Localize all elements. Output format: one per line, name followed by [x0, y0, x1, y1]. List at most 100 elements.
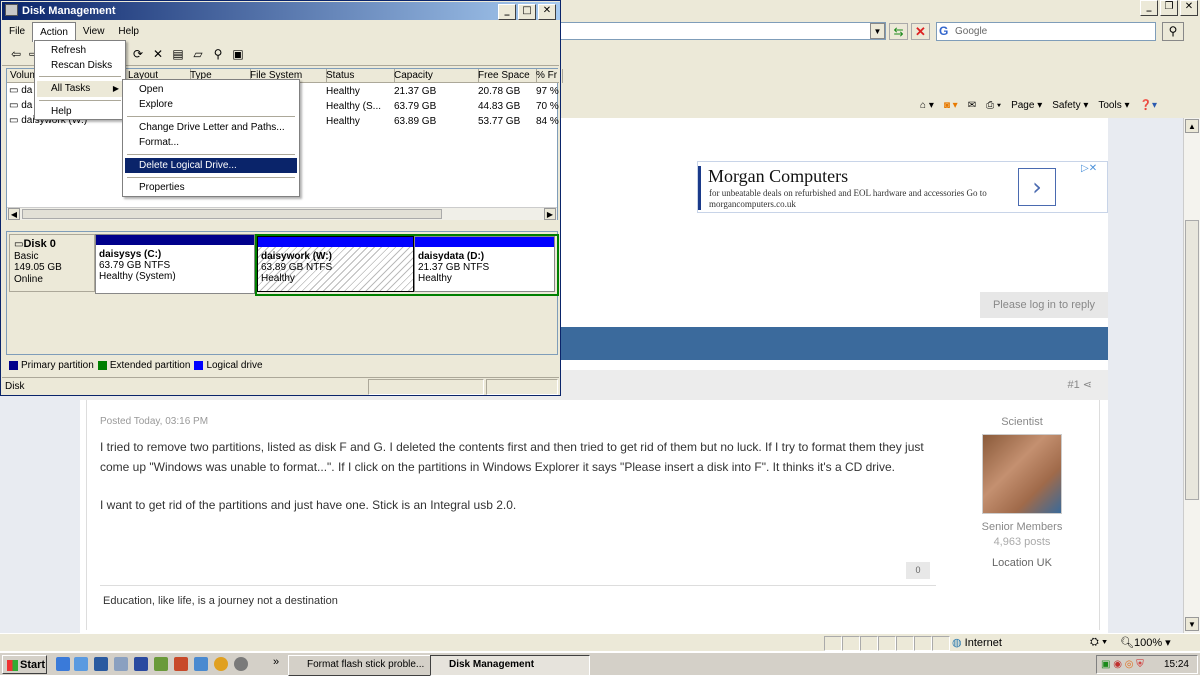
- ad-title[interactable]: Morgan Computers: [708, 166, 848, 187]
- clock-app-icon[interactable]: [214, 657, 228, 671]
- scroll-right-icon[interactable]: ▶: [544, 208, 556, 220]
- security-zone[interactable]: ◍ Internet: [952, 636, 1002, 649]
- menu-help[interactable]: Help: [111, 22, 146, 42]
- outlook-icon[interactable]: [74, 657, 88, 671]
- sigma-icon[interactable]: [94, 657, 108, 671]
- column-capacity[interactable]: Capacity: [391, 69, 479, 83]
- help-icon[interactable]: ❓▾: [1140, 100, 1157, 111]
- taskbar-window-disk-management[interactable]: Disk Management: [430, 655, 590, 676]
- page-menu[interactable]: Page ▾: [1011, 100, 1042, 111]
- media-icon[interactable]: [194, 657, 208, 671]
- start-button[interactable]: Start: [2, 655, 47, 674]
- chevron-right-icon[interactable]: ›: [1018, 168, 1056, 206]
- avatar[interactable]: [982, 434, 1062, 514]
- address-bar[interactable]: [560, 22, 886, 40]
- logical-drive-bar: [415, 237, 554, 247]
- menu-separator: [39, 76, 121, 77]
- scroll-left-icon[interactable]: ◀: [8, 208, 20, 220]
- refresh-icon[interactable]: ⟳: [130, 46, 146, 62]
- menu-item-properties[interactable]: Properties: [125, 180, 297, 195]
- search-input[interactable]: Google: [936, 22, 1156, 41]
- word-icon[interactable]: [134, 657, 148, 671]
- open-folder-icon[interactable]: ▱: [190, 46, 206, 62]
- menu-item-all-tasks[interactable]: All Tasks ▶: [37, 81, 123, 97]
- ad-banner[interactable]: Morgan Computers for unbeatable deals on…: [697, 161, 1108, 213]
- column-status[interactable]: Status: [323, 69, 395, 83]
- table-row[interactable]: ▭ da: [9, 100, 32, 111]
- windows-logo-icon: [7, 660, 18, 671]
- delete-icon[interactable]: ✕: [150, 46, 166, 62]
- menu-item-delete-logical-drive[interactable]: Delete Logical Drive...: [125, 158, 297, 173]
- post-number[interactable]: #1 ⋖: [1067, 378, 1092, 391]
- explore-icon[interactable]: ⚲: [210, 46, 226, 62]
- shield-icon[interactable]: ⛨: [1136, 659, 1144, 670]
- menu-item-refresh[interactable]: Refresh: [37, 43, 123, 59]
- menu-item-format[interactable]: Format...: [125, 135, 297, 150]
- security-icon[interactable]: ◎: [1125, 659, 1134, 670]
- table-row[interactable]: ▭ da: [9, 85, 32, 96]
- submenu-arrow-icon: ▶: [112, 84, 119, 93]
- disk-graph-pane: ▭Disk 0 Basic 149.05 GB Online daisysys …: [6, 231, 559, 355]
- ie-icon[interactable]: [56, 657, 70, 671]
- chevron-expand-icon[interactable]: »: [273, 656, 279, 668]
- status-pane: [878, 636, 896, 651]
- mail-icon[interactable]: ✉: [968, 100, 976, 111]
- status-pane: [368, 379, 484, 395]
- menu-action[interactable]: Action: [32, 22, 76, 42]
- print-icon[interactable]: ⎙ ▾: [986, 100, 1001, 111]
- protected-mode-icon[interactable]: ⛭ ▾: [1090, 636, 1107, 649]
- menu-item-explore[interactable]: Explore: [125, 97, 297, 112]
- spreadsheet-icon[interactable]: [154, 657, 168, 671]
- menu-view[interactable]: View: [76, 22, 112, 42]
- scroll-thumb[interactable]: [1185, 220, 1199, 500]
- antivirus-icon[interactable]: ◉: [1113, 659, 1122, 670]
- minimize-icon[interactable]: _: [498, 4, 516, 20]
- menu-item-change-drive-letter[interactable]: Change Drive Letter and Paths...: [125, 120, 297, 135]
- properties-icon[interactable]: ▤: [170, 46, 186, 62]
- zoom-level[interactable]: 🔍︎100% ▾: [1120, 636, 1171, 649]
- menu-item-open[interactable]: Open: [125, 82, 297, 97]
- post-content: I tried to remove two partitions, listed…: [100, 438, 940, 516]
- tools-menu[interactable]: Tools ▾: [1098, 100, 1129, 111]
- close-icon[interactable]: ✕: [1180, 0, 1198, 16]
- help-icon[interactable]: ▣: [230, 46, 246, 62]
- stop-icon[interactable]: ✕: [911, 23, 930, 40]
- document-icon[interactable]: [114, 657, 128, 671]
- safety-menu[interactable]: Safety ▾: [1052, 100, 1088, 111]
- menu-item-help[interactable]: Help: [37, 104, 123, 120]
- extended-partition: daisywork (W:) 63.89 GB NTFS Healthy dai…: [255, 234, 559, 296]
- tools-icon[interactable]: [174, 657, 188, 671]
- scroll-thumb[interactable]: [22, 209, 442, 219]
- refresh-icon[interactable]: ⇆: [889, 23, 908, 40]
- column-percent-free[interactable]: % Fr: [533, 69, 563, 83]
- minimize-icon[interactable]: _: [1140, 0, 1158, 16]
- scroll-down-icon[interactable]: ▼: [1185, 617, 1199, 631]
- back-icon[interactable]: ⇦: [8, 46, 24, 62]
- menu-file[interactable]: File: [2, 22, 32, 42]
- search-icon[interactable]: ⚲: [1162, 22, 1184, 41]
- taskbar-window-browser[interactable]: Format flash stick proble...: [288, 655, 446, 676]
- status-pane: [842, 636, 860, 651]
- partition-c[interactable]: daisysys (C:) 63.79 GB NTFS Healthy (Sys…: [95, 234, 255, 294]
- network-icon[interactable]: ▣: [1097, 659, 1110, 670]
- menu-item-rescan-disks[interactable]: Rescan Disks: [37, 58, 123, 74]
- close-icon[interactable]: ✕: [538, 4, 556, 20]
- post-date: Posted Today, 03:16 PM: [100, 416, 209, 427]
- scroll-up-icon[interactable]: ▲: [1185, 119, 1199, 133]
- login-to-reply-button[interactable]: Please log in to reply: [980, 292, 1108, 318]
- settings-icon[interactable]: [234, 657, 248, 671]
- maximize-icon[interactable]: □: [518, 4, 536, 20]
- horizontal-scrollbar[interactable]: ◀ ▶: [7, 207, 557, 220]
- partition-d[interactable]: daisydata (D:) 21.37 GB NTFS Healthy: [414, 236, 555, 292]
- address-dropdown-icon[interactable]: ▼: [870, 23, 885, 39]
- window-title[interactable]: Disk Management: [2, 2, 560, 20]
- partition-w[interactable]: daisywork (W:) 63.89 GB NTFS Healthy: [257, 236, 414, 292]
- feeds-icon[interactable]: ◙ ▾: [944, 100, 958, 111]
- menu-separator: [127, 177, 295, 178]
- adchoices-close-icon[interactable]: ▷✕: [1081, 163, 1097, 174]
- disk-label[interactable]: ▭Disk 0 Basic 149.05 GB Online: [9, 234, 95, 292]
- column-free-space[interactable]: Free Space: [475, 69, 537, 83]
- clock[interactable]: 15:24: [1164, 656, 1189, 674]
- home-icon[interactable]: ⌂ ▾: [920, 100, 934, 111]
- restore-icon[interactable]: ❐: [1160, 0, 1178, 16]
